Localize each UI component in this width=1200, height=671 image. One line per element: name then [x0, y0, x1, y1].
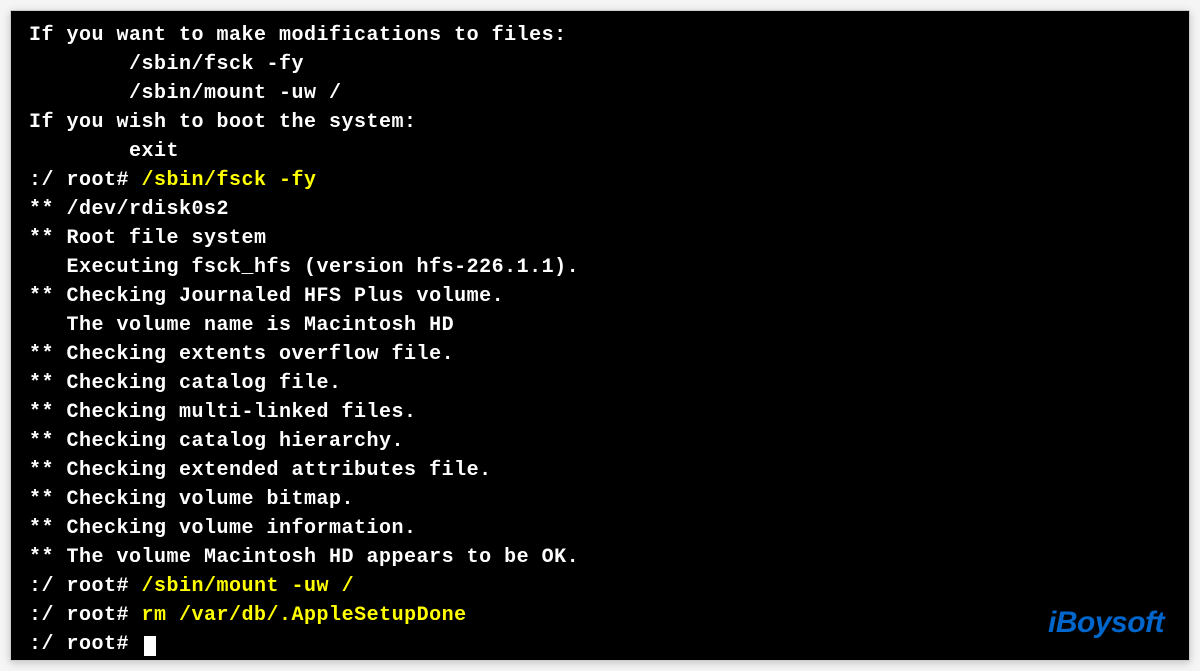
terminal-line: ** Checking volume bitmap.: [29, 485, 1171, 514]
terminal-line: ** The volume Macintosh HD appears to be…: [29, 543, 1171, 572]
terminal-text: Executing fsck_hfs (version hfs-226.1.1)…: [29, 256, 579, 279]
terminal-line: /sbin/mount -uw /: [29, 79, 1171, 108]
terminal-text: ** Checking extents overflow file.: [29, 343, 454, 366]
terminal-content: If you want to make modifications to fil…: [29, 21, 1171, 659]
terminal-text: ** Checking multi-linked files.: [29, 401, 417, 424]
terminal-text: :/ root#: [29, 169, 142, 192]
terminal-text: ** Checking volume information.: [29, 517, 417, 540]
terminal-line: Executing fsck_hfs (version hfs-226.1.1)…: [29, 253, 1171, 282]
terminal-line: ** Checking multi-linked files.: [29, 398, 1171, 427]
terminal-line: ** Checking catalog hierarchy.: [29, 427, 1171, 456]
terminal-line: If you want to make modifications to fil…: [29, 21, 1171, 50]
terminal-text: If you want to make modifications to fil…: [29, 24, 567, 47]
terminal-text: ** The volume Macintosh HD appears to be…: [29, 546, 579, 569]
terminal-line: exit: [29, 137, 1171, 166]
terminal-line: :/ root# rm /var/db/.AppleSetupDone: [29, 601, 1171, 630]
terminal-text: /sbin/fsck -fy: [29, 53, 304, 76]
terminal-text: ** Checking catalog file.: [29, 372, 342, 395]
terminal-text: ** Root file system: [29, 227, 267, 250]
cursor: [144, 636, 156, 656]
terminal-text: :/ root#: [29, 633, 142, 656]
terminal-line: :/ root#: [29, 630, 1171, 659]
watermark-logo: iBoysoft: [1048, 606, 1164, 640]
terminal-text: ** Checking catalog hierarchy.: [29, 430, 404, 453]
terminal-line: ** /dev/rdisk0s2: [29, 195, 1171, 224]
terminal-text: /sbin/fsck -fy: [142, 169, 317, 192]
terminal-text: rm /var/db/.AppleSetupDone: [142, 604, 467, 627]
terminal-line: ** Checking extents overflow file.: [29, 340, 1171, 369]
terminal-text: ** Checking volume bitmap.: [29, 488, 354, 511]
terminal-text: /sbin/mount -uw /: [142, 575, 355, 598]
terminal-text: If you wish to boot the system:: [29, 111, 417, 134]
terminal-line: ** Checking catalog file.: [29, 369, 1171, 398]
terminal-text: :/ root#: [29, 575, 142, 598]
terminal-line: ** Checking volume information.: [29, 514, 1171, 543]
terminal-text: exit: [29, 140, 179, 163]
terminal-text: ** Checking extended attributes file.: [29, 459, 492, 482]
terminal-text: ** /dev/rdisk0s2: [29, 198, 229, 221]
terminal-line: :/ root# /sbin/fsck -fy: [29, 166, 1171, 195]
terminal-text: /sbin/mount -uw /: [29, 82, 342, 105]
terminal-line: If you wish to boot the system:: [29, 108, 1171, 137]
terminal-line: /sbin/fsck -fy: [29, 50, 1171, 79]
terminal-line: :/ root# /sbin/mount -uw /: [29, 572, 1171, 601]
terminal-text: :/ root#: [29, 604, 142, 627]
terminal-line: ** Root file system: [29, 224, 1171, 253]
terminal-line: The volume name is Macintosh HD: [29, 311, 1171, 340]
terminal-text: ** Checking Journaled HFS Plus volume.: [29, 285, 504, 308]
terminal-line: ** Checking extended attributes file.: [29, 456, 1171, 485]
terminal-text: The volume name is Macintosh HD: [29, 314, 454, 337]
terminal-line: ** Checking Journaled HFS Plus volume.: [29, 282, 1171, 311]
terminal-window[interactable]: If you want to make modifications to fil…: [10, 10, 1190, 661]
watermark-text: iBoysoft: [1048, 606, 1164, 639]
